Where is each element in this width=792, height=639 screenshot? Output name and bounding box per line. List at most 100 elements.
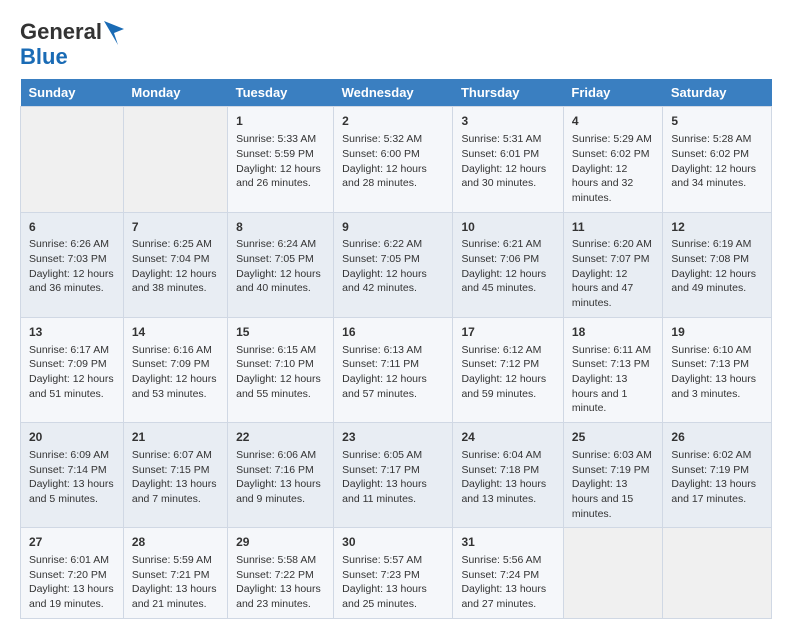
day-number: 25 bbox=[572, 429, 655, 446]
day-number: 11 bbox=[572, 219, 655, 236]
calendar-cell: 18 Sunrise: 6:11 AM Sunset: 7:13 PM Dayl… bbox=[563, 317, 663, 422]
calendar-cell: 17 Sunrise: 6:12 AM Sunset: 7:12 PM Dayl… bbox=[453, 317, 563, 422]
sunset-label: Sunset: 5:59 PM bbox=[236, 148, 314, 160]
calendar-cell: 2 Sunrise: 5:32 AM Sunset: 6:00 PM Dayli… bbox=[334, 107, 453, 212]
sunset-label: Sunset: 7:05 PM bbox=[236, 253, 314, 265]
daylight-label: Daylight: 13 hours and 7 minutes. bbox=[132, 478, 217, 505]
daylight-label: Daylight: 12 hours and 28 minutes. bbox=[342, 163, 427, 190]
sunrise-label: Sunrise: 6:09 AM bbox=[29, 449, 109, 461]
day-number: 5 bbox=[671, 113, 763, 130]
sunset-label: Sunset: 7:13 PM bbox=[671, 358, 749, 370]
daylight-label: Daylight: 13 hours and 13 minutes. bbox=[461, 478, 546, 505]
sunset-label: Sunset: 7:09 PM bbox=[132, 358, 210, 370]
sunrise-label: Sunrise: 6:04 AM bbox=[461, 449, 541, 461]
day-number: 31 bbox=[461, 534, 554, 551]
day-number: 15 bbox=[236, 324, 325, 341]
day-number: 21 bbox=[132, 429, 219, 446]
sunrise-label: Sunrise: 6:26 AM bbox=[29, 238, 109, 250]
calendar-cell bbox=[123, 107, 227, 212]
day-number: 24 bbox=[461, 429, 554, 446]
sunset-label: Sunset: 7:17 PM bbox=[342, 464, 420, 476]
daylight-label: Daylight: 13 hours and 25 minutes. bbox=[342, 583, 427, 610]
weekday-header-friday: Friday bbox=[563, 79, 663, 107]
sunset-label: Sunset: 7:06 PM bbox=[461, 253, 539, 265]
day-number: 20 bbox=[29, 429, 115, 446]
daylight-label: Daylight: 12 hours and 55 minutes. bbox=[236, 373, 321, 400]
sunset-label: Sunset: 6:02 PM bbox=[671, 148, 749, 160]
calendar-cell: 19 Sunrise: 6:10 AM Sunset: 7:13 PM Dayl… bbox=[663, 317, 772, 422]
sunrise-label: Sunrise: 6:17 AM bbox=[29, 344, 109, 356]
daylight-label: Daylight: 13 hours and 9 minutes. bbox=[236, 478, 321, 505]
day-number: 28 bbox=[132, 534, 219, 551]
calendar-table: SundayMondayTuesdayWednesdayThursdayFrid… bbox=[20, 79, 772, 618]
sunrise-label: Sunrise: 6:22 AM bbox=[342, 238, 422, 250]
calendar-cell: 20 Sunrise: 6:09 AM Sunset: 7:14 PM Dayl… bbox=[21, 423, 124, 528]
day-number: 12 bbox=[671, 219, 763, 236]
sunset-label: Sunset: 7:14 PM bbox=[29, 464, 107, 476]
sunset-label: Sunset: 7:09 PM bbox=[29, 358, 107, 370]
day-number: 1 bbox=[236, 113, 325, 130]
day-number: 3 bbox=[461, 113, 554, 130]
day-number: 16 bbox=[342, 324, 444, 341]
sunset-label: Sunset: 6:00 PM bbox=[342, 148, 420, 160]
daylight-label: Daylight: 12 hours and 51 minutes. bbox=[29, 373, 114, 400]
sunset-label: Sunset: 7:15 PM bbox=[132, 464, 210, 476]
sunset-label: Sunset: 7:11 PM bbox=[342, 358, 419, 370]
day-number: 14 bbox=[132, 324, 219, 341]
daylight-label: Daylight: 12 hours and 53 minutes. bbox=[132, 373, 217, 400]
weekday-header-tuesday: Tuesday bbox=[228, 79, 334, 107]
calendar-cell: 26 Sunrise: 6:02 AM Sunset: 7:19 PM Dayl… bbox=[663, 423, 772, 528]
calendar-cell: 13 Sunrise: 6:17 AM Sunset: 7:09 PM Dayl… bbox=[21, 317, 124, 422]
calendar-cell: 3 Sunrise: 5:31 AM Sunset: 6:01 PM Dayli… bbox=[453, 107, 563, 212]
weekday-header-saturday: Saturday bbox=[663, 79, 772, 107]
calendar-cell bbox=[563, 528, 663, 619]
sunset-label: Sunset: 7:04 PM bbox=[132, 253, 210, 265]
sunrise-label: Sunrise: 6:16 AM bbox=[132, 344, 212, 356]
sunset-label: Sunset: 7:05 PM bbox=[342, 253, 420, 265]
sunrise-label: Sunrise: 6:02 AM bbox=[671, 449, 751, 461]
sunrise-label: Sunrise: 5:58 AM bbox=[236, 554, 316, 566]
sunset-label: Sunset: 6:02 PM bbox=[572, 148, 650, 160]
sunrise-label: Sunrise: 5:59 AM bbox=[132, 554, 212, 566]
calendar-cell: 6 Sunrise: 6:26 AM Sunset: 7:03 PM Dayli… bbox=[21, 212, 124, 317]
calendar-cell: 25 Sunrise: 6:03 AM Sunset: 7:19 PM Dayl… bbox=[563, 423, 663, 528]
weekday-header-sunday: Sunday bbox=[21, 79, 124, 107]
day-number: 13 bbox=[29, 324, 115, 341]
daylight-label: Daylight: 12 hours and 59 minutes. bbox=[461, 373, 546, 400]
calendar-cell: 30 Sunrise: 5:57 AM Sunset: 7:23 PM Dayl… bbox=[334, 528, 453, 619]
day-number: 23 bbox=[342, 429, 444, 446]
sunrise-label: Sunrise: 6:03 AM bbox=[572, 449, 652, 461]
day-number: 26 bbox=[671, 429, 763, 446]
day-number: 4 bbox=[572, 113, 655, 130]
sunrise-label: Sunrise: 6:13 AM bbox=[342, 344, 422, 356]
day-number: 29 bbox=[236, 534, 325, 551]
calendar-cell: 9 Sunrise: 6:22 AM Sunset: 7:05 PM Dayli… bbox=[334, 212, 453, 317]
day-number: 19 bbox=[671, 324, 763, 341]
calendar-cell bbox=[21, 107, 124, 212]
sunset-label: Sunset: 7:03 PM bbox=[29, 253, 107, 265]
daylight-label: Daylight: 13 hours and 11 minutes. bbox=[342, 478, 427, 505]
sunset-label: Sunset: 7:20 PM bbox=[29, 569, 107, 581]
weekday-header-thursday: Thursday bbox=[453, 79, 563, 107]
daylight-label: Daylight: 12 hours and 26 minutes. bbox=[236, 163, 321, 190]
daylight-label: Daylight: 12 hours and 45 minutes. bbox=[461, 268, 546, 295]
sunset-label: Sunset: 6:01 PM bbox=[461, 148, 539, 160]
sunrise-label: Sunrise: 6:11 AM bbox=[572, 344, 651, 356]
sunset-label: Sunset: 7:23 PM bbox=[342, 569, 420, 581]
sunset-label: Sunset: 7:12 PM bbox=[461, 358, 539, 370]
sunrise-label: Sunrise: 6:20 AM bbox=[572, 238, 652, 250]
daylight-label: Daylight: 12 hours and 57 minutes. bbox=[342, 373, 427, 400]
week-row-5: 27 Sunrise: 6:01 AM Sunset: 7:20 PM Dayl… bbox=[21, 528, 772, 619]
calendar-cell: 12 Sunrise: 6:19 AM Sunset: 7:08 PM Dayl… bbox=[663, 212, 772, 317]
calendar-cell: 14 Sunrise: 6:16 AM Sunset: 7:09 PM Dayl… bbox=[123, 317, 227, 422]
day-number: 17 bbox=[461, 324, 554, 341]
calendar-cell: 29 Sunrise: 5:58 AM Sunset: 7:22 PM Dayl… bbox=[228, 528, 334, 619]
sunset-label: Sunset: 7:16 PM bbox=[236, 464, 314, 476]
daylight-label: Daylight: 12 hours and 47 minutes. bbox=[572, 268, 633, 309]
logo: General Blue bbox=[20, 20, 124, 69]
sunrise-label: Sunrise: 5:29 AM bbox=[572, 133, 652, 145]
sunrise-label: Sunrise: 5:28 AM bbox=[671, 133, 751, 145]
daylight-label: Daylight: 13 hours and 15 minutes. bbox=[572, 478, 633, 519]
sunrise-label: Sunrise: 5:33 AM bbox=[236, 133, 316, 145]
calendar-cell: 10 Sunrise: 6:21 AM Sunset: 7:06 PM Dayl… bbox=[453, 212, 563, 317]
